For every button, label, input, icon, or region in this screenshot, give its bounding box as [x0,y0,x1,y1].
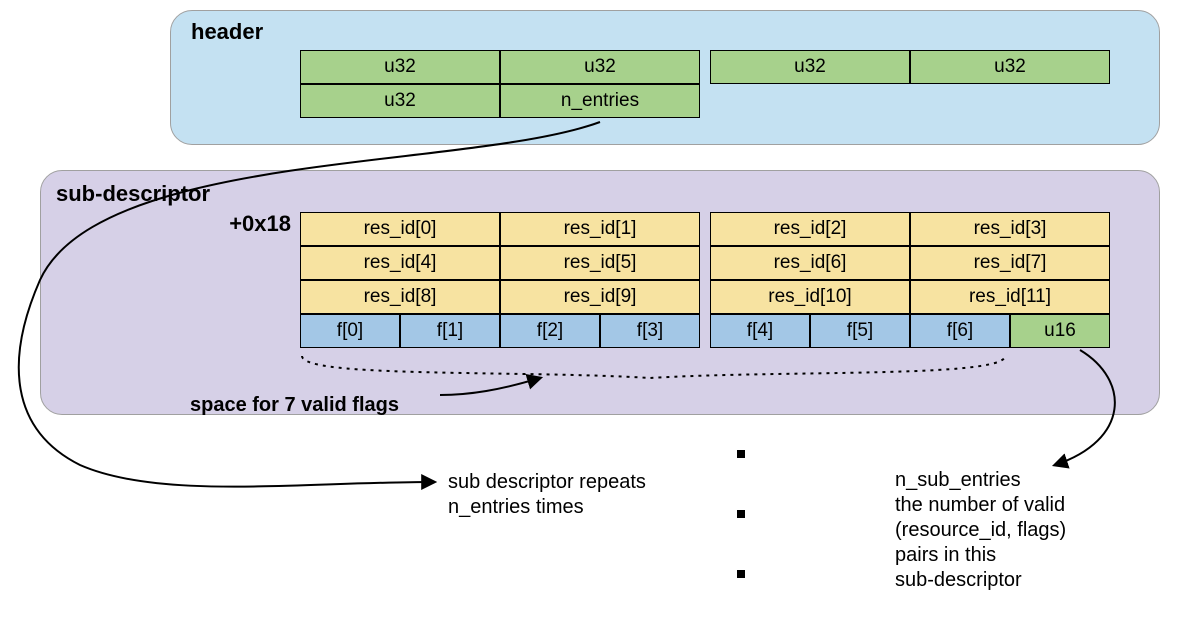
subdesc-f1: f[1] [400,314,500,348]
cell-text: u32 [794,56,826,78]
header-cell-r2c1: u32 [300,84,500,118]
repeat-line1: sub descriptor repeats [448,471,646,493]
header-cell-r1c4: u32 [910,50,1110,84]
subdesc-r2c2: res_id[5] [500,246,700,280]
cell-text: res_id[2] [774,218,847,240]
diagram-stage: header u32 u32 u32 u32 u32 n_entries sub… [0,0,1200,640]
header-cell-r1c2: u32 [500,50,700,84]
ellipsis-dot [737,570,745,578]
cell-text: res_id[9] [564,286,637,308]
subdesc-f4: f[4] [710,314,810,348]
subdesc-r1c3: res_id[2] [710,212,910,246]
nsub-l1: the number of valid [895,494,1065,516]
cell-text: f[3] [637,320,663,342]
cell-text: res_id[5] [564,252,637,274]
subdesc-r2c3: res_id[6] [710,246,910,280]
repeat-line2: n_entries times [448,496,584,518]
cell-text: f[4] [747,320,773,342]
ellipsis-dot [737,450,745,458]
nsub-l3: pairs in this [895,544,996,566]
subdesc-r2c4: res_id[7] [910,246,1110,280]
subdesc-r1c2: res_id[1] [500,212,700,246]
header-title: header [191,19,263,45]
cell-text: f[6] [947,320,973,342]
header-cell-n-entries: n_entries [500,84,700,118]
nsub-l2: (resource_id, flags) [895,519,1066,541]
subdesc-f2: f[2] [500,314,600,348]
subdesc-f6: f[6] [910,314,1010,348]
cell-text: u32 [384,90,416,112]
cell-text: u16 [1044,320,1076,342]
cell-text: res_id[1] [564,218,637,240]
cell-text: res_id[7] [974,252,1047,274]
cell-text: res_id[8] [364,286,437,308]
nsub-title: n_sub_entries [895,469,1021,491]
header-cell-r1c1: u32 [300,50,500,84]
cell-text: res_id[10] [768,286,851,308]
cell-text: res_id[0] [364,218,437,240]
cell-text: res_id[6] [774,252,847,274]
subdesc-r3c2: res_id[9] [500,280,700,314]
cell-text: u32 [584,56,616,78]
subdesc-f0: f[0] [300,314,400,348]
subdesc-title: sub-descriptor [56,181,210,207]
cell-text: res_id[11] [969,286,1051,308]
cell-text: u32 [994,56,1026,78]
ellipsis-dot [737,510,745,518]
subdesc-u16: u16 [1010,314,1110,348]
subdesc-f5: f[5] [810,314,910,348]
subdesc-r1c1: res_id[0] [300,212,500,246]
subdesc-r3c3: res_id[10] [710,280,910,314]
cell-text: f[0] [337,320,363,342]
cell-text: res_id[3] [974,218,1047,240]
cell-text: res_id[4] [364,252,437,274]
subdesc-r1c4: res_id[3] [910,212,1110,246]
subdesc-offset: +0x18 [206,211,291,237]
nsub-caption: n_sub_entries the number of valid (resou… [895,468,1195,593]
subdesc-r3c1: res_id[8] [300,280,500,314]
flags-caption: space for 7 valid flags [190,393,399,418]
cell-text: u32 [384,56,416,78]
subdesc-r2c1: res_id[4] [300,246,500,280]
cell-text: f[5] [847,320,873,342]
cell-text: f[1] [437,320,463,342]
header-cell-r1c3: u32 [710,50,910,84]
cell-text: f[2] [537,320,563,342]
subdesc-f3: f[3] [600,314,700,348]
nsub-l4: sub-descriptor [895,569,1022,591]
subdesc-r3c4: res_id[11] [910,280,1110,314]
cell-text: n_entries [561,90,639,112]
repeat-caption: sub descriptor repeats n_entries times [448,470,646,520]
